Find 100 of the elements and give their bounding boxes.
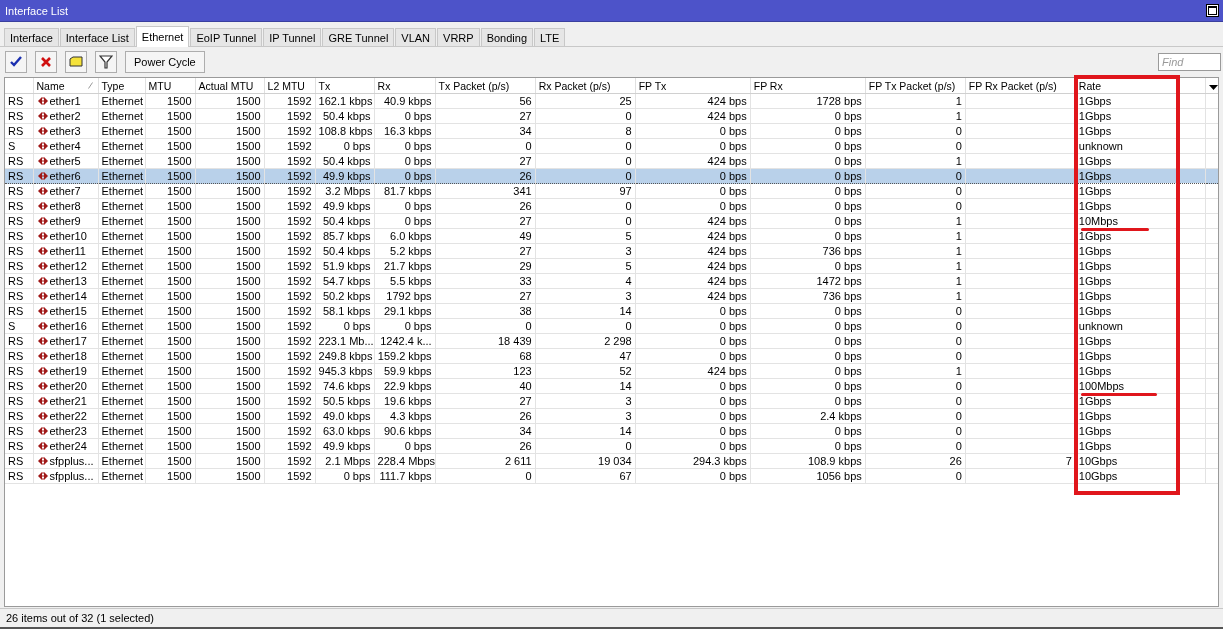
table-row[interactable]: RS ether18 Ethernet 1500 1500 1592 249.8 kbps 159.2 kbps 68 47 0 bps 0 bps 0 1Gbps — [5, 348, 1218, 364]
table-cell: Ethernet — [101, 110, 144, 122]
double-arrow-icon — [36, 96, 49, 106]
table-cell: 49.9 kbps — [322, 200, 371, 212]
tab[interactable]: Interface List — [59, 28, 135, 46]
tab[interactable]: VRRP — [437, 28, 480, 46]
table-cell: 19.6 kbps — [383, 395, 432, 407]
double-arrow-icon — [36, 396, 49, 406]
tab[interactable]: IP Tunnel — [263, 28, 322, 46]
column-header[interactable]: Type — [98, 78, 146, 94]
table-row[interactable]: RS ether8 Ethernet 1500 1500 1592 49.9 kbps 0 bps 26 0 0 bps 0 bps 0 1Gbps — [5, 198, 1218, 214]
table-row[interactable]: RS ether23 Ethernet 1500 1500 1592 63.0 kbps 90.6 kbps 34 14 0 bps 0 bps 0 1Gbps — [5, 423, 1218, 439]
table-cell: 0 — [625, 170, 632, 182]
column-header[interactable]: FP Tx — [635, 78, 751, 94]
table-row[interactable]: RS ether2 Ethernet 1500 1500 1592 50.4 kbps 0 bps 27 0 424 bps 0 bps 1 1Gbps — [5, 108, 1218, 124]
table-row[interactable]: RS sfpplus... Ethernet 1500 1500 1592 2.1 Mbps 228.4 Mbps 2 611 19 034 294.3 kbps 108.9 kbps 26 7 10Gbps — [5, 453, 1218, 469]
table-row[interactable]: RS ether20 Ethernet 1500 1500 1592 74.6 kbps 22.9 kbps 40 14 0 bps 0 bps 0 100Mbps — [5, 378, 1218, 394]
table-cell: 0 bps — [834, 155, 862, 167]
table-cell: 0 — [955, 470, 962, 482]
column-header[interactable]: FP Rx Packet (p/s) — [965, 78, 1076, 94]
table-cell: Ethernet — [101, 320, 144, 332]
table-cell: 1500 — [236, 260, 261, 272]
table-cell: 1500 — [167, 125, 192, 137]
table-row[interactable]: RS ether9 Ethernet 1500 1500 1592 50.4 kbps 0 bps 27 0 424 bps 0 bps 1 10Mbps — [5, 213, 1218, 229]
table-cell: 0 bps — [834, 350, 862, 362]
table-cell: 1 — [955, 215, 962, 227]
column-header[interactable]: Rx Packet (p/s) — [535, 78, 636, 94]
tab[interactable]: GRE Tunnel — [322, 28, 395, 46]
enable-button[interactable] — [5, 51, 27, 73]
column-header[interactable]: MTU — [145, 78, 196, 94]
table-cell: 0 bps — [834, 110, 862, 122]
restore-button[interactable] — [1206, 4, 1219, 17]
table-cell: ether17 — [49, 334, 87, 348]
filter-button[interactable] — [95, 51, 117, 73]
table-row[interactable]: S ether4 Ethernet 1500 1500 1592 0 bps 0 bps 0 0 0 bps 0 bps 0 unknown — [5, 138, 1218, 154]
table-cell: 1Gbps — [1078, 155, 1112, 167]
comment-button[interactable] — [65, 51, 87, 73]
tab[interactable]: LTE — [534, 28, 566, 46]
power-cycle-button[interactable]: Power Cycle — [125, 51, 205, 73]
table-row[interactable]: RS ether3 Ethernet 1500 1500 1592 108.8 kbps 16.3 kbps 34 8 0 bps 0 bps 0 1Gbps — [5, 123, 1218, 139]
table-cell: 424 bps — [707, 230, 747, 242]
table-cell: 5 — [625, 230, 632, 242]
table-cell: 38 — [519, 305, 532, 317]
table-cell: 49.9 kbps — [322, 170, 371, 182]
tab[interactable]: Ethernet — [135, 26, 190, 47]
tab[interactable]: EoIP Tunnel — [190, 28, 263, 46]
tab[interactable]: Bonding — [480, 28, 533, 46]
table-cell: 50.4 kbps — [322, 215, 371, 227]
table-cell: 1592 — [287, 320, 312, 332]
table-row[interactable]: RS ether17 Ethernet 1500 1500 1592 223.1 Mb... 1242.4 k... 18 439 2 298 0 bps 0 bps 0 1Gbps — [5, 333, 1218, 349]
table-cell: 1592 — [287, 290, 312, 302]
tab[interactable]: Interface — [4, 28, 59, 46]
table-cell: 1592 — [287, 110, 312, 122]
table-cell: 0 — [525, 140, 532, 152]
tab[interactable]: VLAN — [395, 28, 437, 46]
table-row[interactable]: RS ether12 Ethernet 1500 1500 1592 51.9 kbps 21.7 kbps 29 5 424 bps 0 bps 1 1Gbps — [5, 258, 1218, 274]
table-row[interactable]: RS ether5 Ethernet 1500 1500 1592 50.4 kbps 0 bps 27 0 424 bps 0 bps 1 1Gbps — [5, 153, 1218, 169]
table-cell: 0 bps — [404, 155, 432, 167]
table-row[interactable]: RS ether21 Ethernet 1500 1500 1592 50.5 kbps 19.6 kbps 27 3 0 bps 0 bps 0 1Gbps — [5, 393, 1218, 409]
table-cell: 1592 — [287, 395, 312, 407]
table-cell: ether21 — [49, 394, 87, 408]
table-row[interactable]: S ether16 Ethernet 1500 1500 1592 0 bps 0 bps 0 0 0 bps 0 bps 0 unknown — [5, 318, 1218, 334]
column-header[interactable]: Actual MTU — [195, 78, 265, 94]
table-row[interactable]: RS ether1 Ethernet 1500 1500 1592 162.1 kbps 40.9 kbps 56 25 424 bps 1728 bps 1 1Gbps — [5, 93, 1218, 109]
table-cell: 1500 — [236, 320, 261, 332]
table-row[interactable]: RS ether7 Ethernet 1500 1500 1592 3.2 Mbps 81.7 kbps 341 97 0 bps 0 bps 0 1Gbps — [5, 183, 1218, 199]
column-header[interactable]: FP Tx Packet (p/s) — [865, 78, 966, 94]
column-header[interactable]: Rate — [1075, 78, 1206, 94]
table-cell: 1592 — [287, 95, 312, 107]
table-row[interactable]: RS sfpplus... Ethernet 1500 1500 1592 0 bps 111.7 kbps 0 67 0 bps 1056 bps 0 10Gbps — [5, 468, 1218, 484]
table-row[interactable]: RS ether11 Ethernet 1500 1500 1592 50.4 kbps 5.2 kbps 27 3 424 bps 736 bps 1 1Gbps — [5, 243, 1218, 259]
table-cell: 0 — [955, 440, 962, 452]
table-cell: 1592 — [287, 230, 312, 242]
table-cell: 0 bps — [719, 410, 747, 422]
table-cell: 159.2 kbps — [377, 350, 432, 362]
column-header[interactable]: Name — [33, 78, 98, 94]
table-row[interactable]: RS ether6 Ethernet 1500 1500 1592 49.9 kbps 0 bps 26 0 0 bps 0 bps 0 1Gbps — [5, 168, 1218, 184]
table-row[interactable]: RS ether10 Ethernet 1500 1500 1592 85.7 kbps 6.0 kbps 49 5 424 bps 0 bps 1 1Gbps — [5, 228, 1218, 244]
disable-button[interactable] — [35, 51, 57, 73]
table-row[interactable]: RS ether19 Ethernet 1500 1500 1592 945.3 kbps 59.9 kbps 123 52 424 bps 0 bps 1 1Gbps — [5, 363, 1218, 379]
table-cell: 0 — [955, 125, 962, 137]
table-row[interactable]: RS ether15 Ethernet 1500 1500 1592 58.1 kbps 29.1 kbps 38 14 0 bps 0 bps 0 1Gbps — [5, 303, 1218, 319]
table-cell: 1592 — [287, 125, 312, 137]
double-arrow-icon — [36, 291, 49, 301]
column-header[interactable]: Tx Packet (p/s) — [435, 78, 536, 94]
table-cell: 1Gbps — [1078, 230, 1112, 242]
table-cell: 40 — [519, 380, 532, 392]
table-cell: 29 — [519, 260, 532, 272]
table-row[interactable]: RS ether24 Ethernet 1500 1500 1592 49.9 kbps 0 bps 26 0 0 bps 0 bps 0 1Gbps — [5, 438, 1218, 454]
table-row[interactable]: RS ether22 Ethernet 1500 1500 1592 49.0 kbps 4.3 kbps 26 3 0 bps 2.4 kbps 0 1Gbps — [5, 408, 1218, 424]
table-cell: 3 — [625, 245, 632, 257]
table-cell: 1500 — [167, 155, 192, 167]
table-row[interactable]: RS ether13 Ethernet 1500 1500 1592 54.7 kbps 5.5 kbps 33 4 424 bps 1472 bps 1 1Gbps — [5, 273, 1218, 289]
table-row[interactable]: RS ether14 Ethernet 1500 1500 1592 50.2 kbps 1792 bps 27 3 424 bps 736 bps 1 1Gbps — [5, 288, 1218, 304]
table-cell: ether15 — [49, 304, 87, 318]
column-header[interactable]: Rx — [374, 78, 436, 94]
column-header[interactable]: Tx — [315, 78, 375, 94]
column-header[interactable]: FP Rx — [750, 78, 866, 94]
search-field[interactable]: Find — [1158, 53, 1221, 71]
column-header[interactable]: L2 MTU — [264, 78, 316, 94]
